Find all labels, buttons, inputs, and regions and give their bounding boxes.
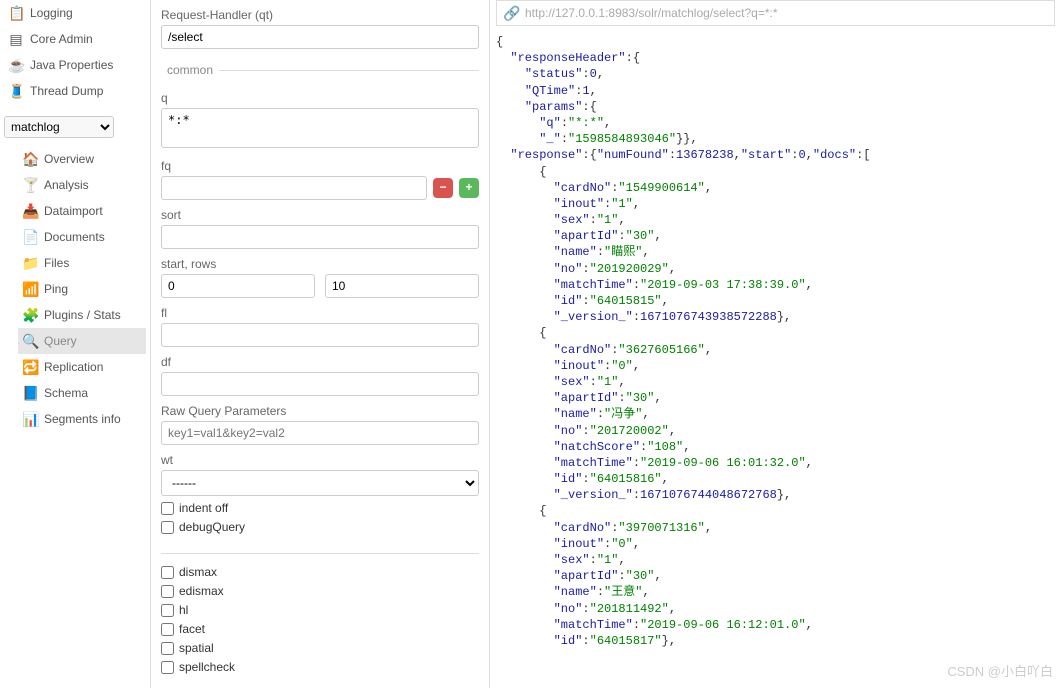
facet-checkbox[interactable] — [161, 623, 174, 636]
segments-info-icon: 📊 — [22, 411, 38, 427]
watermark: CSDN @小白吖白 — [947, 661, 1053, 680]
core-admin-icon: ▤ — [8, 31, 24, 47]
nav-plugins-stats[interactable]: 🧩Plugins / Stats — [18, 302, 146, 328]
dismax-checkbox[interactable] — [161, 566, 174, 579]
nav-analysis[interactable]: 🍸Analysis — [18, 172, 146, 198]
nav-documents[interactable]: 📄Documents — [18, 224, 146, 250]
qt-input[interactable] — [161, 25, 479, 49]
hl-checkbox[interactable] — [161, 604, 174, 617]
sort-input[interactable] — [161, 225, 479, 249]
sidebar: 📋Logging▤Core Admin☕Java Properties🧵Thre… — [0, 0, 150, 688]
remove-fq-button[interactable]: − — [433, 178, 453, 198]
df-label: df — [161, 355, 479, 369]
url-text: http://127.0.0.1:8983/solr/matchlog/sele… — [525, 6, 778, 20]
java-properties-icon: ☕ — [8, 57, 24, 73]
spellcheck-checkbox[interactable] — [161, 661, 174, 674]
indent-checkbox[interactable] — [161, 502, 174, 515]
link-icon: 🔗 — [503, 5, 519, 21]
wt-label: wt — [161, 453, 479, 467]
nav-ping[interactable]: 📶Ping — [18, 276, 146, 302]
df-input[interactable] — [161, 372, 479, 396]
query-form: Request-Handler (qt) common q *:* fq − +… — [150, 0, 490, 688]
nav-files[interactable]: 📁Files — [18, 250, 146, 276]
fl-label: fl — [161, 306, 479, 320]
startrows-label: start, rows — [161, 257, 479, 271]
json-response: { "responseHeader":{ "status":0, "QTime"… — [496, 34, 1055, 649]
q-input[interactable]: *:* — [161, 108, 479, 148]
q-label: q — [161, 91, 479, 105]
sort-label: sort — [161, 208, 479, 222]
debug-checkbox[interactable] — [161, 521, 174, 534]
edismax-checkbox[interactable] — [161, 585, 174, 598]
analysis-icon: 🍸 — [22, 177, 38, 193]
logging-icon: 📋 — [8, 5, 24, 21]
nav-replication[interactable]: 🔁Replication — [18, 354, 146, 380]
indent-label: indent off — [179, 501, 228, 515]
fq-input[interactable] — [161, 176, 427, 200]
nav-query[interactable]: 🔍Query — [18, 328, 146, 354]
nav-schema[interactable]: 📘Schema — [18, 380, 146, 406]
nav-logging[interactable]: 📋Logging — [4, 0, 146, 26]
facet-label: facet — [179, 622, 205, 636]
overview-icon: 🏠 — [22, 151, 38, 167]
nav-dataimport[interactable]: 📥Dataimport — [18, 198, 146, 224]
add-fq-button[interactable]: + — [459, 178, 479, 198]
response-panel: 🔗 http://127.0.0.1:8983/solr/matchlog/se… — [490, 0, 1061, 688]
ping-icon: 📶 — [22, 281, 38, 297]
spatial-checkbox[interactable] — [161, 642, 174, 655]
documents-icon: 📄 — [22, 229, 38, 245]
qt-label: Request-Handler (qt) — [161, 8, 479, 22]
query-icon: 🔍 — [22, 333, 38, 349]
nav-overview[interactable]: 🏠Overview — [18, 146, 146, 172]
spellcheck-label: spellcheck — [179, 660, 235, 674]
url-bar[interactable]: 🔗 http://127.0.0.1:8983/solr/matchlog/se… — [496, 0, 1055, 26]
nav-segments-info[interactable]: 📊Segments info — [18, 406, 146, 432]
wt-select[interactable]: ------ — [161, 470, 479, 496]
dismax-label: dismax — [179, 565, 217, 579]
nav-java-properties[interactable]: ☕Java Properties — [4, 52, 146, 78]
raw-input[interactable] — [161, 421, 479, 445]
schema-icon: 📘 — [22, 385, 38, 401]
plugins-stats-icon: 🧩 — [22, 307, 38, 323]
fl-input[interactable] — [161, 323, 479, 347]
start-input[interactable] — [161, 274, 315, 298]
nav-thread-dump[interactable]: 🧵Thread Dump — [4, 78, 146, 104]
thread-dump-icon: 🧵 — [8, 83, 24, 99]
replication-icon: 🔁 — [22, 359, 38, 375]
edismax-label: edismax — [179, 584, 224, 598]
core-selector[interactable]: matchlog — [4, 116, 114, 138]
hl-label: hl — [179, 603, 188, 617]
dataimport-icon: 📥 — [22, 203, 38, 219]
files-icon: 📁 — [22, 255, 38, 271]
debug-label: debugQuery — [179, 520, 245, 534]
nav-core-admin[interactable]: ▤Core Admin — [4, 26, 146, 52]
rows-input[interactable] — [325, 274, 479, 298]
raw-label: Raw Query Parameters — [161, 404, 479, 418]
spatial-label: spatial — [179, 641, 214, 655]
legend-common: common — [161, 63, 219, 77]
fq-label: fq — [161, 159, 479, 173]
